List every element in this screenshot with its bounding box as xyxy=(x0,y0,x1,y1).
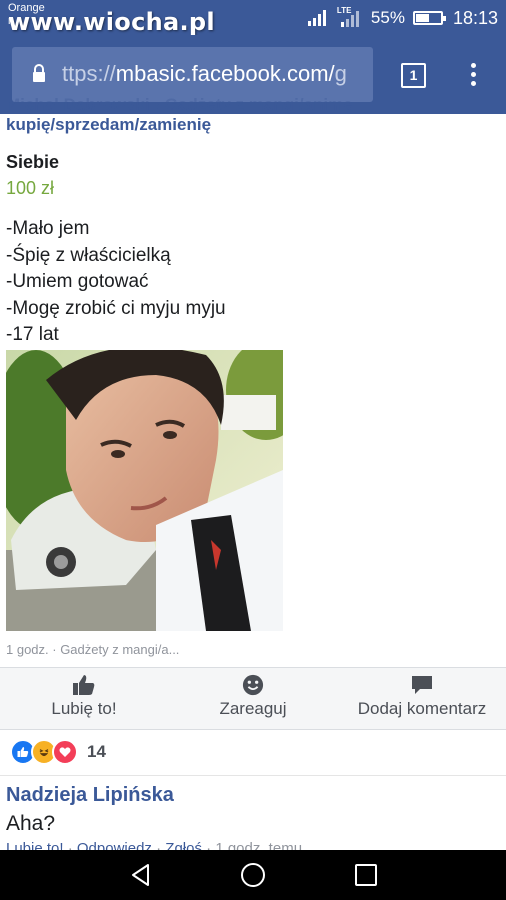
system-nav-bar xyxy=(0,850,506,900)
comment-label: Dodaj komentarz xyxy=(357,699,487,718)
lock-icon xyxy=(33,64,45,82)
comment-text: Aha? xyxy=(6,812,56,835)
like-button[interactable]: Lubię to! xyxy=(48,674,120,719)
battery-fill xyxy=(415,14,430,22)
url-host: mbasic.facebook.com/ xyxy=(115,61,335,86)
comment: Nadzieja Lipińska Aha? Lubię to! · Odpow… xyxy=(0,775,506,857)
status-icons: LTE 55% 18:13 xyxy=(307,6,498,30)
url-text: ttps://mbasic.facebook.com/g xyxy=(62,61,347,87)
item-title: Siebie xyxy=(6,152,60,172)
love-reaction-icon xyxy=(52,739,78,765)
item-price: 100 zł xyxy=(6,178,55,198)
back-icon[interactable] xyxy=(128,862,154,888)
battery-percent: 55% xyxy=(370,8,405,27)
wifi-signal-icon xyxy=(307,10,326,26)
post-meta[interactable]: 1 godz. · Gadżety z mangi/a... xyxy=(6,642,179,657)
group-title[interactable]: kupię/sprzedam/zamienię xyxy=(6,114,500,136)
item-description: -Mało jem -Śpię z właścicielką -Umiem go… xyxy=(6,216,226,349)
battery-icon xyxy=(412,11,446,25)
like-label: Lubię to! xyxy=(51,699,117,718)
comment-icon xyxy=(412,676,432,694)
description-line: -Mogę zrobić ci myju myju xyxy=(6,297,226,319)
post-header[interactable]: Michał Dąbrowski › Gadżety z mangi/anime… xyxy=(6,96,500,136)
comment-author[interactable]: Nadzieja Lipińska xyxy=(6,784,174,807)
reaction-count: 14 xyxy=(87,742,106,761)
clock: 18:13 xyxy=(452,7,498,28)
description-line: -Mało jem xyxy=(6,218,90,239)
status-bar: Orange n www.wiocha.pl LTE 55% 18:13 xyxy=(0,0,506,36)
comment-button[interactable]: Dodaj komentarz xyxy=(352,674,492,719)
watermark: www.wiocha.pl xyxy=(8,8,215,36)
description-line: -Umiem gotować xyxy=(6,271,149,292)
description-line: -17 lat xyxy=(6,324,59,345)
home-icon[interactable] xyxy=(240,862,266,888)
url-path: g xyxy=(334,61,347,86)
recents-icon[interactable] xyxy=(353,862,379,888)
react-label: Zareaguj xyxy=(219,699,287,718)
group-title-cut: Michał Dąbrowski › Gadżety z mangi/anime xyxy=(6,98,353,114)
address-bar[interactable]: ttps://mbasic.facebook.com/g xyxy=(12,47,373,102)
lte-signal-icon: LTE xyxy=(337,6,363,28)
url-scheme: ttps:// xyxy=(62,61,116,86)
smiley-icon xyxy=(242,674,264,696)
description-line: -Śpię z właścicielką xyxy=(6,244,171,266)
post-photo[interactable] xyxy=(6,350,283,631)
reactions-summary[interactable]: 14 xyxy=(10,739,106,765)
thumbs-up-icon xyxy=(73,675,95,695)
tab-switcher-button[interactable]: 1 xyxy=(401,63,426,88)
post-actions: Lubię to! Zareaguj Dodaj komentarz xyxy=(0,667,506,730)
overflow-menu-icon[interactable] xyxy=(466,63,480,89)
react-button[interactable]: Zareaguj xyxy=(215,674,291,719)
